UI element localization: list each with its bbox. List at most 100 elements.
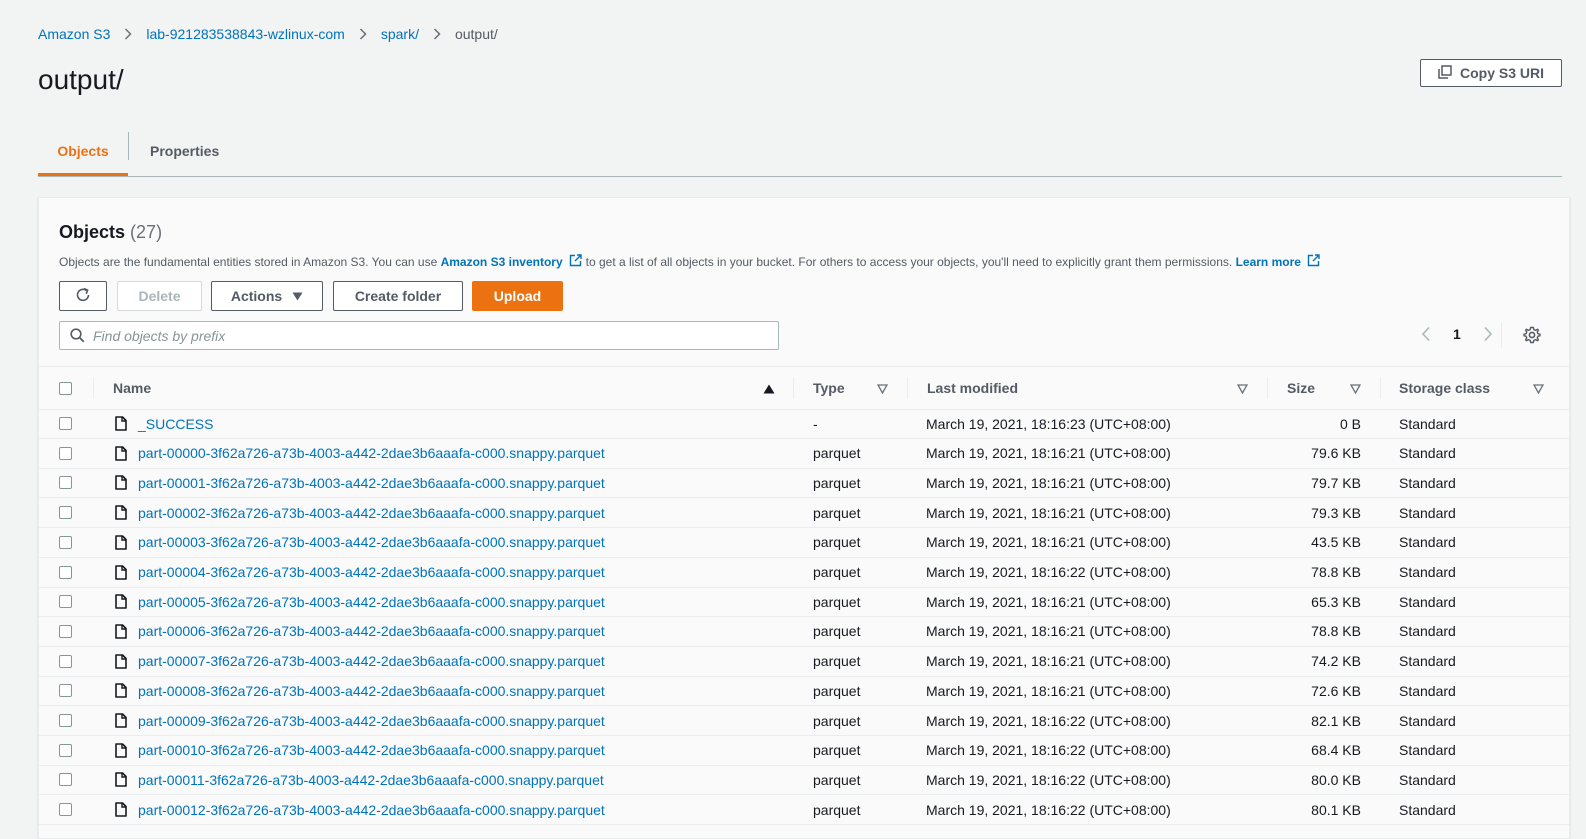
column-header-storage-class[interactable]: Storage class xyxy=(1399,367,1490,409)
object-storage-class: Standard xyxy=(1399,534,1456,551)
chevron-left-icon[interactable] xyxy=(1421,326,1431,342)
object-name-link[interactable]: part-00009-3f62a726-a73b-4003-a442-2dae3… xyxy=(138,713,605,729)
row-checkbox[interactable] xyxy=(59,743,72,757)
object-name-link[interactable]: _SUCCESS xyxy=(138,416,213,432)
table-row[interactable]: part-00007-3f62a726-a73b-4003-a442-2dae3… xyxy=(39,647,1569,677)
column-header-name[interactable]: Name xyxy=(113,367,151,409)
object-size: 43.5 KB xyxy=(1311,534,1361,551)
object-name-link[interactable]: part-00012-3f62a726-a73b-4003-a442-2dae3… xyxy=(138,802,605,818)
object-name-link[interactable]: part-00000-3f62a726-a73b-4003-a442-2dae3… xyxy=(138,445,605,461)
tab-objects[interactable]: Objects xyxy=(38,128,128,176)
row-checkbox-cell[interactable] xyxy=(59,795,72,824)
upload-button[interactable]: Upload xyxy=(472,281,563,311)
create-folder-button[interactable]: Create folder xyxy=(333,281,463,311)
object-name-link[interactable]: part-00002-3f62a726-a73b-4003-a442-2dae3… xyxy=(138,505,605,521)
row-checkbox[interactable] xyxy=(59,714,72,727)
table-row[interactable]: part-00006-3f62a726-a73b-4003-a442-2dae3… xyxy=(39,617,1569,647)
object-name-link[interactable]: part-00010-3f62a726-a73b-4003-a442-2dae3… xyxy=(138,742,605,758)
tab-properties[interactable]: Properties xyxy=(150,128,219,174)
row-checkbox[interactable] xyxy=(59,624,72,638)
object-name-link[interactable]: part-00006-3f62a726-a73b-4003-a442-2dae3… xyxy=(138,623,605,639)
objects-description: Objects are the fundamental entities sto… xyxy=(59,254,1324,270)
table-row[interactable]: part-00003-3f62a726-a73b-4003-a442-2dae3… xyxy=(39,528,1569,558)
table-row[interactable]: part-00005-3f62a726-a73b-4003-a442-2dae3… xyxy=(39,587,1569,618)
search-placeholder: Find objects by prefix xyxy=(93,327,226,344)
row-checkbox-cell[interactable] xyxy=(59,498,72,527)
sort-icon[interactable] xyxy=(1532,381,1545,399)
s3-inventory-link[interactable]: Amazon S3 inventory xyxy=(441,255,563,269)
search-input[interactable]: Find objects by prefix xyxy=(59,321,779,350)
object-size: 74.2 KB xyxy=(1311,653,1361,670)
chevron-right-icon[interactable] xyxy=(1483,326,1493,342)
table-row[interactable]: part-00002-3f62a726-a73b-4003-a442-2dae3… xyxy=(39,498,1569,529)
row-checkbox-cell[interactable] xyxy=(59,528,72,557)
object-storage-class: Standard xyxy=(1399,415,1456,432)
column-header-size[interactable]: Size xyxy=(1287,367,1315,409)
page-number[interactable]: 1 xyxy=(1453,326,1461,342)
row-checkbox[interactable] xyxy=(59,773,72,787)
sort-ascending-icon[interactable] xyxy=(763,381,775,399)
column-header-type[interactable]: Type xyxy=(813,367,845,409)
row-checkbox[interactable] xyxy=(59,803,72,817)
object-name-link[interactable]: part-00007-3f62a726-a73b-4003-a442-2dae3… xyxy=(138,653,605,669)
table-row[interactable]: part-00009-3f62a726-a73b-4003-a442-2dae3… xyxy=(39,706,1569,736)
table-row[interactable]: part-00001-3f62a726-a73b-4003-a442-2dae3… xyxy=(39,468,1569,499)
column-separator xyxy=(1380,377,1381,399)
copy-s3-uri-label: Copy S3 URI xyxy=(1459,65,1544,81)
row-checkbox[interactable] xyxy=(59,417,72,430)
row-checkbox[interactable] xyxy=(59,654,72,668)
select-all-checkbox[interactable] xyxy=(59,381,72,395)
select-all-checkbox-cell[interactable] xyxy=(59,367,72,409)
breadcrumb-bucket[interactable]: lab-921283538843-wzlinux-com xyxy=(146,26,344,42)
row-checkbox-cell[interactable] xyxy=(59,617,72,646)
object-name-link[interactable]: part-00001-3f62a726-a73b-4003-a442-2dae3… xyxy=(138,475,605,491)
external-link-icon[interactable] xyxy=(569,254,582,270)
row-checkbox-cell[interactable] xyxy=(59,587,72,616)
row-checkbox-cell[interactable] xyxy=(59,765,72,794)
row-checkbox[interactable] xyxy=(59,506,72,520)
column-header-last-modified[interactable]: Last modified xyxy=(927,367,1018,409)
table-row[interactable]: part-00010-3f62a726-a73b-4003-a442-2dae3… xyxy=(39,736,1569,766)
breadcrumb-spark[interactable]: spark/ xyxy=(381,26,419,42)
row-checkbox[interactable] xyxy=(59,446,72,460)
row-checkbox-cell[interactable] xyxy=(59,647,72,676)
row-checkbox-cell[interactable] xyxy=(59,706,72,735)
object-type: parquet xyxy=(813,593,861,610)
row-checkbox-cell[interactable] xyxy=(59,558,72,587)
object-name-link[interactable]: part-00004-3f62a726-a73b-4003-a442-2dae3… xyxy=(138,564,605,580)
row-checkbox-cell[interactable] xyxy=(59,736,72,765)
table-row[interactable]: _SUCCESS - March 19, 2021, 18:16:23 (UTC+0… xyxy=(39,409,1569,439)
object-name-link[interactable]: part-00008-3f62a726-a73b-4003-a442-2dae3… xyxy=(138,683,605,699)
row-checkbox[interactable] xyxy=(59,476,72,490)
gear-icon[interactable] xyxy=(1523,326,1541,344)
actions-button[interactable]: Actions xyxy=(211,281,323,311)
table-row[interactable]: part-00004-3f62a726-a73b-4003-a442-2dae3… xyxy=(39,558,1569,588)
table-row[interactable]: part-00008-3f62a726-a73b-4003-a442-2dae3… xyxy=(39,676,1569,707)
sort-icon[interactable] xyxy=(1236,381,1249,399)
sort-icon[interactable] xyxy=(1349,381,1362,399)
page-title: output/ xyxy=(38,64,124,95)
row-checkbox-cell[interactable] xyxy=(59,468,72,497)
row-checkbox-cell[interactable] xyxy=(59,676,72,705)
refresh-button[interactable] xyxy=(59,281,107,311)
row-checkbox-cell[interactable] xyxy=(59,439,72,468)
row-checkbox[interactable] xyxy=(59,535,72,549)
row-checkbox-cell[interactable] xyxy=(59,409,72,438)
object-type: parquet xyxy=(813,623,861,640)
copy-s3-uri-button[interactable]: Copy S3 URI xyxy=(1420,59,1562,87)
object-name-link[interactable]: part-00011-3f62a726-a73b-4003-a442-2dae3… xyxy=(138,772,604,788)
row-checkbox[interactable] xyxy=(59,565,72,579)
table-row[interactable]: part-00011-3f62a726-a73b-4003-a442-2dae3… xyxy=(39,765,1569,796)
object-storage-class: Standard xyxy=(1399,771,1456,788)
breadcrumb-amazon-s3[interactable]: Amazon S3 xyxy=(38,26,110,42)
object-name-link[interactable]: part-00005-3f62a726-a73b-4003-a442-2dae3… xyxy=(138,594,605,610)
table-row[interactable]: part-00012-3f62a726-a73b-4003-a442-2dae3… xyxy=(39,795,1569,826)
row-checkbox[interactable] xyxy=(59,684,72,698)
delete-button[interactable]: Delete xyxy=(117,281,202,311)
table-row[interactable]: part-00000-3f62a726-a73b-4003-a442-2dae3… xyxy=(39,439,1569,469)
row-checkbox[interactable] xyxy=(59,595,72,609)
learn-more-link[interactable]: Learn more xyxy=(1236,255,1301,269)
sort-icon[interactable] xyxy=(876,381,889,399)
object-name-link[interactable]: part-00003-3f62a726-a73b-4003-a442-2dae3… xyxy=(138,534,605,550)
external-link-icon[interactable] xyxy=(1307,254,1320,270)
